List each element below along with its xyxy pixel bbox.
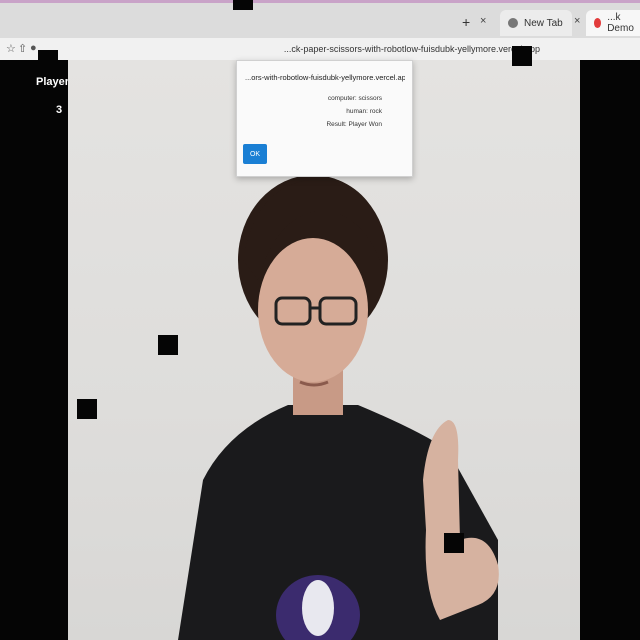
alert-human-choice: human: rock <box>346 108 382 115</box>
alert-title: ...ors-with-robotlow-fuisdubk-yellymore.… <box>245 73 405 82</box>
browser-tab-strip: + × New Tab × ...k Demo <box>0 0 640 39</box>
site-icon <box>594 18 602 28</box>
alert-dialog: ...ors-with-robotlow-fuisdubk-yellymore.… <box>236 60 413 177</box>
tab-new-tab[interactable]: New Tab <box>500 10 572 36</box>
occlusion-block <box>158 335 178 355</box>
lock-icon[interactable]: ● <box>30 42 37 54</box>
occlusion-block <box>444 533 464 553</box>
close-tab-icon[interactable]: × <box>574 15 580 27</box>
share-icon[interactable]: ⇧ <box>18 42 27 55</box>
alert-result: Result: Player Won <box>326 121 382 128</box>
tab-label: ...k Demo <box>607 12 634 34</box>
window-accent-line <box>0 0 640 3</box>
occlusion-block <box>512 46 532 66</box>
globe-icon <box>508 18 518 28</box>
bookmark-star-icon[interactable]: ☆ <box>6 42 16 55</box>
player-score: 3 <box>56 104 63 116</box>
occlusion-block <box>38 50 58 70</box>
address-bar: ☆ ⇧ ● ...ck-paper-scissors-with-robotlow… <box>0 38 640 61</box>
new-tab-button[interactable]: + <box>462 14 470 30</box>
ok-button[interactable]: OK <box>243 144 267 164</box>
right-margin-panel <box>580 60 640 640</box>
occlusion-block <box>233 0 253 10</box>
close-tab-icon[interactable]: × <box>480 15 486 27</box>
alert-computer-choice: computer: scissors <box>327 95 382 102</box>
tab-demo[interactable]: ...k Demo <box>586 10 640 36</box>
url-input[interactable]: ...ck-paper-scissors-with-robotlow-fuisd… <box>40 40 540 58</box>
occlusion-block <box>77 399 97 419</box>
tab-label: New Tab <box>524 17 563 29</box>
scoreboard-panel <box>0 60 68 640</box>
